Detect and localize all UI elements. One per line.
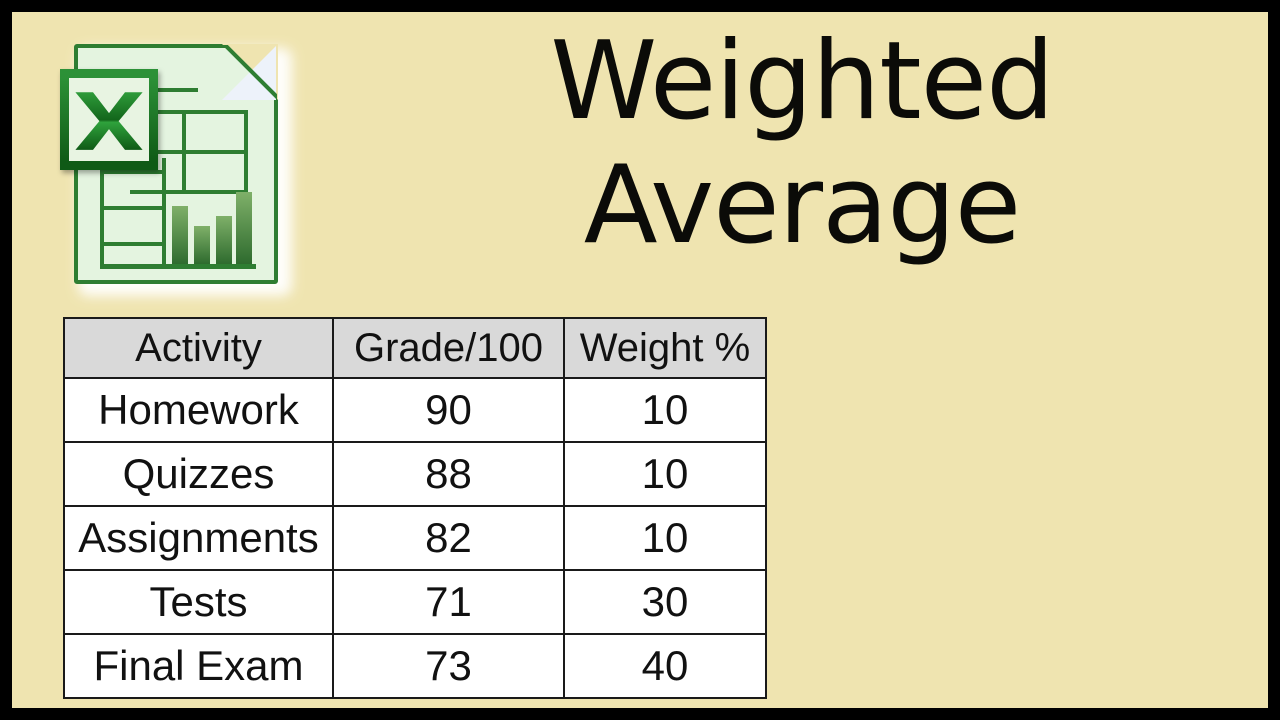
title-line-1: Weighted xyxy=(550,19,1054,144)
grid-line xyxy=(100,264,256,269)
cell-activity: Final Exam xyxy=(63,633,334,699)
grid-line xyxy=(100,206,166,210)
grid-line xyxy=(100,170,166,174)
table-row: Tests 71 30 xyxy=(63,569,767,635)
column-header-activity: Activity xyxy=(63,317,334,379)
table-header-row: Activity Grade/100 Weight % xyxy=(63,317,767,379)
chart-bar xyxy=(236,192,252,264)
cell-grade: 90 xyxy=(332,377,565,443)
cell-activity: Quizzes xyxy=(63,441,334,507)
grid-line xyxy=(100,242,166,246)
chart-bar xyxy=(172,206,188,264)
table-row: Homework 90 10 xyxy=(63,377,767,443)
excel-x-badge xyxy=(60,69,158,170)
cell-activity: Assignments xyxy=(63,505,334,571)
table-row: Final Exam 73 40 xyxy=(63,633,767,699)
chart-bar xyxy=(216,216,232,264)
grid-line xyxy=(100,170,104,268)
cell-weight: 10 xyxy=(563,377,767,443)
table-row: Assignments 82 10 xyxy=(63,505,767,571)
cell-grade: 73 xyxy=(332,633,565,699)
title-line-2: Average xyxy=(583,143,1022,268)
excel-document-icon xyxy=(42,34,304,302)
column-header-grade: Grade/100 xyxy=(332,317,565,379)
cell-activity: Homework xyxy=(63,377,334,443)
mini-bar-chart xyxy=(170,174,254,264)
cell-weight: 10 xyxy=(563,441,767,507)
slide-canvas: Weighted Average Activity Grade/100 Weig… xyxy=(12,12,1268,708)
chart-bar xyxy=(194,226,210,264)
cell-activity: Tests xyxy=(63,569,334,635)
column-header-weight: Weight % xyxy=(563,317,767,379)
slide-frame: Weighted Average Activity Grade/100 Weig… xyxy=(0,0,1280,720)
cell-weight: 10 xyxy=(563,505,767,571)
cell-weight: 30 xyxy=(563,569,767,635)
cell-grade: 71 xyxy=(332,569,565,635)
cell-weight: 40 xyxy=(563,633,767,699)
table-row: Quizzes 88 10 xyxy=(63,441,767,507)
letter-x-icon xyxy=(75,92,143,150)
page-title: Weighted Average xyxy=(412,20,1192,268)
grid-line xyxy=(162,158,166,268)
cell-grade: 88 xyxy=(332,441,565,507)
grades-table: Activity Grade/100 Weight % Homework 90 … xyxy=(63,317,767,699)
cell-grade: 82 xyxy=(332,505,565,571)
